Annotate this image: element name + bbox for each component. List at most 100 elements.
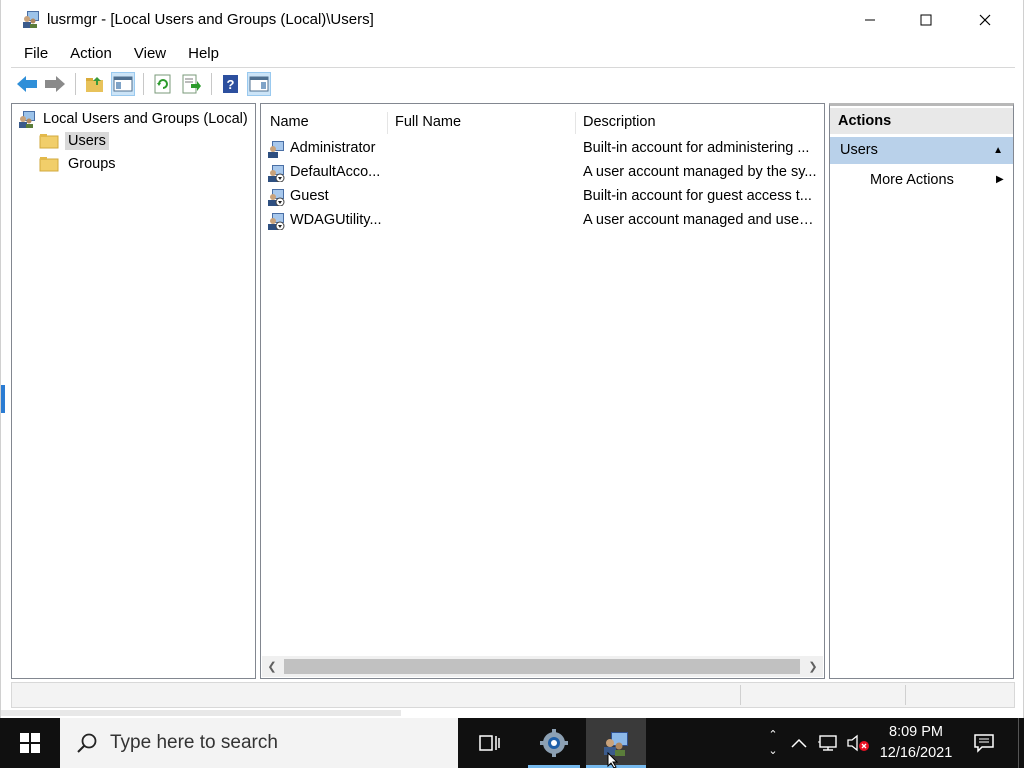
window-edge-accent [1,385,5,413]
menu-help[interactable]: Help [177,44,230,64]
minimize-button[interactable] [841,0,899,40]
close-button[interactable] [956,0,1014,40]
show-hide-action-pane-button[interactable] [247,72,271,96]
clock-date: 12/16/2021 [879,745,953,761]
lusrmgr-window: lusrmgr - [Local Users and Groups (Local… [0,0,1024,718]
help-icon: ? [223,75,238,93]
taskbar-clock[interactable]: 8:09 PM 12/16/2021 [872,722,960,764]
users-app-icon [19,111,35,128]
search-placeholder: Type here to search [110,732,278,753]
chevron-down-icon[interactable]: ⌄ [768,743,777,759]
more-actions-item[interactable]: More Actions [870,172,954,188]
close-icon [979,14,991,26]
strip-bar [1,710,401,716]
users-app-icon [23,11,39,28]
chevron-up-icon [791,738,807,748]
user-description: Built-in account for administering ... [583,140,810,156]
folder-icon [39,157,59,172]
scroll-left-button[interactable]: ❮ [262,656,282,677]
actions-pane: Actions Users ▲ More Actions ▶ [829,103,1014,679]
collapse-caret-icon[interactable]: ▲ [993,137,1003,164]
export-list-button[interactable] [179,72,203,96]
mouse-cursor-icon [607,752,619,768]
forward-button[interactable] [43,72,67,96]
show-hide-action-pane-icon [249,76,269,92]
status-bar [11,682,1015,708]
window-title: lusrmgr - [Local Users and Groups (Local… [47,11,374,28]
menu-file[interactable]: File [13,44,59,64]
taskbar-settings-app[interactable] [528,718,580,768]
user-row[interactable]: Administrator Built-in account for admin… [267,138,817,160]
refresh-icon [154,74,171,94]
column-divider[interactable] [575,112,576,134]
windows-logo-icon [20,733,40,753]
scrollbar-thumb[interactable] [284,659,800,674]
help-button[interactable]: ? [219,72,243,96]
disabled-user-account-icon [268,165,285,182]
svg-text:?: ? [227,77,235,92]
user-row[interactable]: DefaultAcco... A user account managed by… [267,162,817,184]
toolbar-divider [143,73,144,95]
show-hide-console-tree-button[interactable] [111,72,135,96]
user-name: DefaultAcco... [290,164,381,180]
toolbar-divider [211,73,212,95]
gear-icon [540,729,568,757]
tray-scroll-buttons[interactable]: ⌃ ⌄ [762,718,784,768]
show-hidden-icons-button[interactable] [786,718,812,768]
bottom-scroll-strip [1,710,401,718]
menu-action[interactable]: Action [59,44,123,64]
maximize-button[interactable] [897,0,955,40]
task-view-button[interactable] [465,718,515,768]
action-center-button[interactable] [964,718,1004,768]
column-header-full-name[interactable]: Full Name [395,114,461,130]
console-tree-pane: Local Users and Groups (Local) Users Gro… [11,103,256,679]
taskbar-search-box[interactable]: Type here to search [60,718,458,768]
column-divider[interactable] [387,112,388,134]
actions-section-label: Users [840,142,878,158]
tree-item-groups[interactable]: Groups [39,155,119,173]
forward-arrow-icon [45,76,65,92]
column-header-description[interactable]: Description [583,114,656,130]
maximize-icon [920,14,932,26]
show-desktop-button[interactable] [1018,718,1024,768]
task-view-icon [479,735,500,751]
disabled-user-account-icon [268,189,285,206]
network-icon [818,735,837,751]
chevron-up-icon[interactable]: ⌃ [768,727,777,743]
menu-divider [11,67,1015,68]
folder-icon [39,134,59,149]
tree-root-label: Local Users and Groups (Local) [43,111,248,127]
speaker-muted-icon [847,734,869,752]
user-list-pane: Name Full Name Description Administrator… [260,103,825,679]
actions-title: Actions [830,108,1013,134]
user-name: Guest [290,188,329,204]
column-header-name[interactable]: Name [270,114,309,130]
tree-item-label: Groups [68,156,116,172]
user-name: WDAGUtility... [290,212,382,228]
toolbar-divider [75,73,76,95]
menu-view[interactable]: View [123,44,177,64]
clock-time: 8:09 PM [889,724,943,740]
scroll-right-button[interactable]: ❯ [803,656,823,677]
tree-item-users[interactable]: Users [39,132,109,150]
start-button[interactable] [0,718,60,768]
user-account-icon [268,141,284,158]
up-folder-icon [86,77,103,92]
chevron-left-icon: ❮ [267,661,277,673]
up-one-level-button[interactable] [83,72,107,96]
user-row[interactable]: Guest Built-in account for guest access … [267,186,817,208]
actions-section-users[interactable]: Users ▲ [830,137,1013,164]
tree-root-local-users-and-groups[interactable]: Local Users and Groups (Local) [17,109,248,129]
taskbar: Type here to search ⌃ ⌄ 8:09 PM 12/16/20… [0,718,1024,768]
user-row[interactable]: WDAGUtility... A user account managed an… [267,210,819,232]
status-divider [905,685,906,705]
user-description: A user account managed and used... [583,212,819,228]
submenu-arrow-icon: ▶ [996,174,1004,185]
refresh-button[interactable] [151,72,175,96]
network-tray-button[interactable] [814,718,842,768]
title-bar[interactable]: lusrmgr - [Local Users and Groups (Local… [1,0,1024,40]
chevron-right-icon: ❯ [808,661,818,673]
back-button[interactable] [15,72,39,96]
horizontal-scrollbar[interactable]: ❮ ❯ [262,656,823,677]
volume-tray-button[interactable] [844,718,872,768]
